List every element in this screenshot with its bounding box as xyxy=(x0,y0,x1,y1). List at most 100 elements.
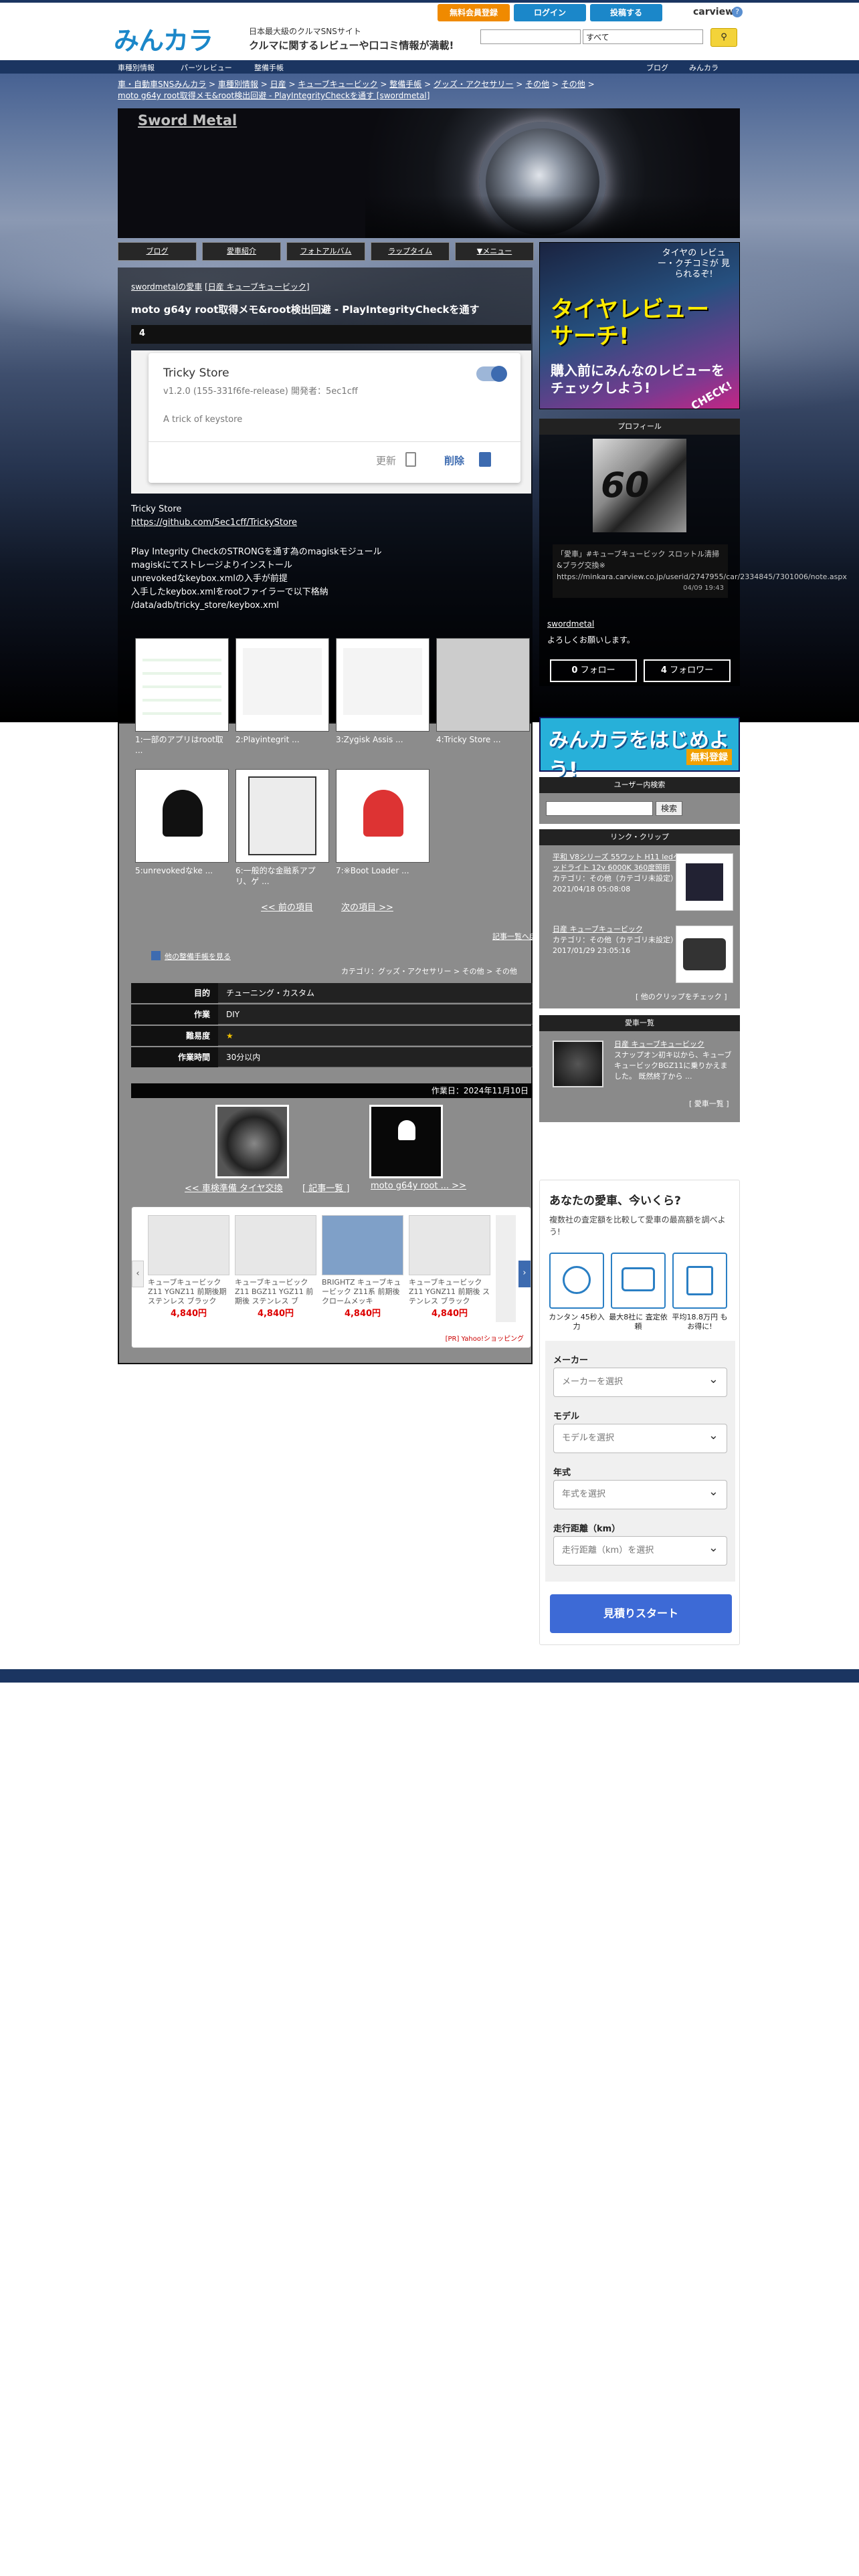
crumb-2[interactable]: 日産 xyxy=(270,80,286,89)
carview-logo[interactable]: carview xyxy=(693,7,734,17)
next-item-link[interactable]: 次の項目 >> xyxy=(341,900,393,913)
maker-select[interactable]: メーカーを選択 xyxy=(553,1366,727,1397)
thumb-caption-2[interactable]: 2:Playintegrit ... xyxy=(235,734,329,745)
app-desc: A trick of keystore xyxy=(163,415,243,425)
follower-button[interactable]: 4 フォロワー xyxy=(644,659,731,682)
crumb-current[interactable]: moto g64y root取得メモ&root検出回避 - PlayIntegr… xyxy=(118,91,430,100)
clip-image-1[interactable] xyxy=(676,853,733,911)
thumb-caption-6[interactable]: 6:一般的な金融系アプリ、ゲ ... xyxy=(235,865,329,887)
profile-avatar[interactable]: 60 xyxy=(593,439,686,532)
body-title: Tricky Store xyxy=(131,504,182,514)
clip-more-link[interactable]: [ 他のクリップをチェック ] xyxy=(636,991,727,1002)
body-text: Play Integrity CheckのSTRONGを通す為のmagiskモジ… xyxy=(131,547,382,611)
thumb-1[interactable] xyxy=(135,638,229,732)
start-minkara-banner[interactable]: みんカラをはじめよう! 無料登録 xyxy=(539,717,740,782)
product-3[interactable]: BRIGHTZ キューブキュービック Z11系 前期後クロームメッキ 4,840円 xyxy=(322,1215,403,1322)
app-name: Tricky Store xyxy=(163,366,229,380)
help-icon[interactable]: ? xyxy=(732,7,743,17)
follow-button[interactable]: 0 フォロー xyxy=(550,659,637,682)
tab-car[interactable]: 愛車紹介 xyxy=(202,242,281,261)
crumb-5[interactable]: グッズ・アクセサリー xyxy=(434,80,513,89)
search-category-select[interactable]: すべて xyxy=(583,29,703,44)
user-search-button[interactable]: 検索 xyxy=(656,801,682,816)
category-path[interactable]: カテゴリ：グッズ・アクセサリー > その他 > その他 xyxy=(341,966,517,976)
ad-label[interactable]: [PR] Yahoo!ショッピング xyxy=(446,1333,524,1343)
nav-blog[interactable]: ブログ xyxy=(646,62,668,73)
back-to-list-link[interactable]: 記事一覧へ戻る xyxy=(492,931,544,942)
owner-car-link[interactable]: 日産 キューブキュービック xyxy=(208,282,306,292)
profile-status: 「愛車」#キューブキュービック スロットル清掃&ブラグ交換※ https://m… xyxy=(553,544,847,598)
search-input[interactable] xyxy=(480,29,581,44)
model-label: モデル xyxy=(553,1412,580,1422)
car-thumb[interactable] xyxy=(553,1041,603,1087)
money-icon xyxy=(686,1266,713,1295)
carousel-next-button[interactable]: › xyxy=(518,1261,531,1287)
nav-parts-review[interactable]: パーツレビュー xyxy=(181,62,232,73)
crumb-4[interactable]: 整備手帳 xyxy=(389,80,421,89)
body-link[interactable]: https://github.com/5ec1cff/TrickyStore xyxy=(131,518,297,528)
product-4[interactable]: キューブキュービック Z11 YGNZ11 前期後 ステンレス ブラック 4,84… xyxy=(409,1215,490,1322)
clip-item-1[interactable]: 平和 V8シリーズ 55ワット H11 ledヘッドライト 12v 6000K … xyxy=(553,852,686,895)
mileage-label: 走行距離（km） xyxy=(553,1524,621,1534)
prev-entry-thumb[interactable] xyxy=(215,1105,289,1178)
thumb-2[interactable] xyxy=(235,638,329,732)
entry-list-link[interactable]: [ 記事一覧 ] xyxy=(302,1181,349,1194)
nav-minkara[interactable]: みんカラ xyxy=(689,62,719,73)
crumb-6[interactable]: その他 xyxy=(525,80,549,89)
quote-start-button[interactable]: 見積りスタート xyxy=(550,1594,732,1633)
product-carousel: ‹ キューブキュービック Z11 YGNZ11 前期後期 ステンレス ブラック 4… xyxy=(131,1206,531,1348)
car-list-more-link[interactable]: [ 愛車一覧 ] xyxy=(689,1098,729,1109)
next-entry-thumb[interactable] xyxy=(369,1105,443,1178)
header-car-image xyxy=(365,108,740,238)
thumb-caption-3[interactable]: 3:Zygisk Assis ... xyxy=(336,734,430,745)
thumb-7[interactable] xyxy=(336,769,430,863)
thumb-caption-5[interactable]: 5:unrevokedなke ... xyxy=(135,865,229,876)
carousel-prev-button[interactable]: ‹ xyxy=(132,1261,144,1287)
user-search-head: ユーザー内検索 xyxy=(539,777,740,793)
product-image xyxy=(148,1215,229,1275)
nav-maintenance[interactable]: 整備手帳 xyxy=(254,62,284,73)
user-site-title[interactable]: Sword Metal xyxy=(138,112,237,128)
tab-menu[interactable]: ▼メニュー xyxy=(455,242,534,261)
thumb-caption-4[interactable]: 4:Tricky Store ... xyxy=(436,734,530,745)
login-button[interactable]: ログイン xyxy=(514,4,586,21)
crumb-7[interactable]: その他 xyxy=(561,80,585,89)
thumb-6[interactable] xyxy=(235,769,329,863)
prev-item-link[interactable]: << 前の項目 xyxy=(261,900,313,913)
site-tagline: 日本最大級のクルマSNSサイト xyxy=(249,27,361,36)
model-select[interactable]: モデルを選択 xyxy=(553,1422,727,1453)
car-list-item[interactable]: 日産 キューブキュービック スナップオン初キ以から、キューブキュービックBGZ1… xyxy=(614,1039,735,1082)
mileage-select[interactable]: 走行距離（km）を選択 xyxy=(553,1534,727,1566)
thumb-4[interactable] xyxy=(436,638,530,732)
site-logo[interactable]: みんカラ xyxy=(114,20,248,56)
thumb-caption-1[interactable]: 1:一部のアプリはroot取 ... xyxy=(135,734,229,756)
register-button[interactable]: 無料会員登録 xyxy=(438,4,510,21)
user-name-link[interactable]: swordmetal xyxy=(547,619,594,629)
thumb-5[interactable] xyxy=(135,769,229,863)
thumb-3[interactable] xyxy=(336,638,430,732)
owner-link[interactable]: swordmetalの愛車 xyxy=(131,282,202,292)
tire-review-banner[interactable]: タイヤの レビュー・クチコミが 見られるぞ! タイヤレビュー サーチ! 購入前に… xyxy=(539,242,740,413)
user-search-input[interactable] xyxy=(546,801,653,816)
crumb-0[interactable]: 車・自動車SNSみんカラ xyxy=(118,80,206,89)
prev-entry-link[interactable]: << 車検準備 タイヤ交換 xyxy=(185,1181,283,1194)
tab-laptime[interactable]: ラップタイム xyxy=(371,242,450,261)
clip-image-2[interactable] xyxy=(676,926,733,983)
clip-head: リンク・クリップ xyxy=(539,829,740,845)
tab-blog[interactable]: ブログ xyxy=(118,242,197,261)
year-select[interactable]: 年式を選択 xyxy=(553,1478,727,1509)
note-icon xyxy=(151,951,161,960)
crumb-1[interactable]: 車種別情報 xyxy=(218,80,258,89)
thumb-caption-7[interactable]: 7:※Boot Loader ... xyxy=(336,865,430,876)
tab-photo[interactable]: フォトアルバム xyxy=(286,242,365,261)
clip-item-2[interactable]: 日産 キューブキュービック カテゴリ：その他（カテゴリ未設定） 2017/01/… xyxy=(553,924,686,956)
next-entry-link[interactable]: moto g64y root ... >> xyxy=(371,1181,466,1191)
other-maintenance-link[interactable]: 他の整備手帳を見る xyxy=(165,951,231,962)
search-button[interactable]: ⚲ xyxy=(710,28,737,47)
product-2[interactable]: キューブキュービック Z11 BGZ11 YGZ11 前期後 ステンレス ブ 4,… xyxy=(235,1215,316,1322)
nav-car-info[interactable]: 車種別情報 xyxy=(118,62,155,73)
car-icon xyxy=(622,1267,655,1291)
crumb-3[interactable]: キューブキュービック xyxy=(298,80,377,89)
product-1[interactable]: キューブキュービック Z11 YGNZ11 前期後期 ステンレス ブラック 4,8… xyxy=(148,1215,229,1322)
post-button[interactable]: 投稿する xyxy=(590,4,662,21)
